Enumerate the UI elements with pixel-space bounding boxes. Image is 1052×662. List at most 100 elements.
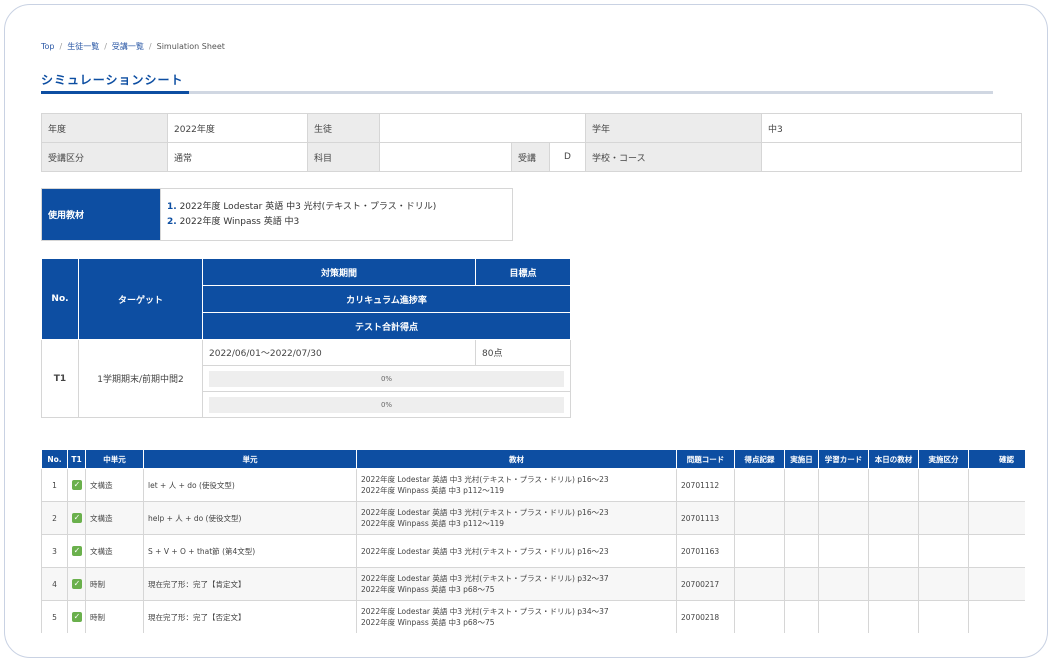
title-rule-accent <box>41 91 189 94</box>
row-score[interactable] <box>734 567 785 601</box>
row-material-line: 2022年度 Lodestar 英語 中3 光村(テキスト・プラス・ドリル) p… <box>361 574 609 583</box>
row-today[interactable] <box>868 534 919 568</box>
breadcrumb-courses[interactable]: 受講一覧 <box>112 42 144 51</box>
info-row: 年度 2022年度 生徒 学年 中3 <box>41 113 1023 143</box>
row-material-line: 2022年度 Lodestar 英語 中3 光村(テキスト・プラス・ドリル) p… <box>361 607 609 616</box>
row-type[interactable] <box>918 534 969 568</box>
row-type[interactable] <box>918 567 969 601</box>
breadcrumb-top[interactable]: Top <box>41 42 55 51</box>
schedule-header-11: 確認 <box>968 449 1025 469</box>
row-no: 5 <box>41 600 68 633</box>
row-card[interactable] <box>818 501 869 535</box>
row-code: 20700218 <box>676 600 735 633</box>
row-card[interactable] <box>818 468 869 502</box>
table-row[interactable]: 5 ✓ 時制 現在完了形：完了【否定文】 2022年度 Lodestar 英語 中3 光… <box>41 600 1025 633</box>
materials-label: 使用教材 <box>41 188 161 241</box>
row-today[interactable] <box>868 468 919 502</box>
schedule-header-6: 得点記録 <box>734 449 785 469</box>
target-no: T1 <box>41 339 79 418</box>
row-materials: 2022年度 Lodestar 英語 中3 光村(テキスト・プラス・ドリル) p… <box>356 501 677 535</box>
category-value: 通常 <box>167 142 308 172</box>
grade-value: 中3 <box>761 113 1023 143</box>
schedule-header-4: 教材 <box>356 449 677 469</box>
row-type[interactable] <box>918 468 969 502</box>
row-material-line: 2022年度 Winpass 英語 中3 p112〜119 <box>361 519 505 528</box>
row-material-line: 2022年度 Lodestar 英語 中3 光村(テキスト・プラス・ドリル) p… <box>361 546 609 556</box>
row-date[interactable] <box>784 534 819 568</box>
row-score[interactable] <box>734 468 785 502</box>
row-today[interactable] <box>868 600 919 633</box>
school-label: 学校・コース <box>585 142 763 172</box>
check-icon[interactable]: ✓ <box>72 579 82 589</box>
breadcrumb-students[interactable]: 生徒一覧 <box>67 42 99 51</box>
schedule-header-2: 中単元 <box>85 449 144 469</box>
schedule-table: No. T1 中単元 単元 教材 問題コード 得点記録 実施日 学習カード 本日の教材 実施区分 確認… <box>41 449 1025 633</box>
row-check-cell: ✓ <box>67 567 86 601</box>
row-material-line: 2022年度 Winpass 英語 中3 p68〜75 <box>361 585 495 594</box>
materials-list: 1. 2022年度 Lodestar 英語 中3 光村(テキスト・プラス・ドリル… <box>160 188 513 241</box>
row-date[interactable] <box>784 600 819 633</box>
row-date[interactable] <box>784 468 819 502</box>
row-unit: let + 人 + do (使役文型) <box>143 468 357 502</box>
row-score[interactable] <box>734 501 785 535</box>
target-header-curriculum: カリキュラム進捗率 <box>202 285 571 313</box>
row-mid-unit: 文構造 <box>85 534 144 568</box>
year-label: 年度 <box>41 113 168 143</box>
row-confirm[interactable] <box>968 567 1025 601</box>
target-table: No. ターゲット 対策期間 目標点 カリキュラム進捗率 テスト合計得点 T1 … <box>41 258 571 418</box>
main-content: Top / 生徒一覧 / 受講一覧 / Simulation Sheet シミュレーションシ… <box>35 33 1025 633</box>
row-type[interactable] <box>918 600 969 633</box>
material-item: 1. 2022年度 Lodestar 英語 中3 光村(テキスト・プラス・ドリル… <box>167 201 437 212</box>
row-materials: 2022年度 Lodestar 英語 中3 光村(テキスト・プラス・ドリル) p… <box>356 600 677 633</box>
row-materials: 2022年度 Lodestar 英語 中3 光村(テキスト・プラス・ドリル) p… <box>356 468 677 502</box>
table-row[interactable]: 1 ✓ 文構造 let + 人 + do (使役文型) 2022年度 Lodestar … <box>41 468 1025 502</box>
row-date[interactable] <box>784 567 819 601</box>
row-confirm[interactable] <box>968 501 1025 535</box>
table-row[interactable]: 2 ✓ 文構造 help + 人 + do (使役文型) 2022年度 Lodestar… <box>41 501 1025 535</box>
row-code: 20701112 <box>676 468 735 502</box>
row-date[interactable] <box>784 501 819 535</box>
check-icon[interactable]: ✓ <box>72 513 82 523</box>
row-card[interactable] <box>818 567 869 601</box>
schedule-header-row: No. T1 中単元 単元 教材 問題コード 得点記録 実施日 学習カード 本日の教材 実施区分 確認 <box>41 449 1025 469</box>
row-check-cell: ✓ <box>67 600 86 633</box>
subject-value <box>379 142 512 172</box>
row-confirm[interactable] <box>968 468 1025 502</box>
target-header-target: ターゲット <box>78 258 203 340</box>
target-period: 2022/06/01〜2022/07/30 <box>202 339 476 366</box>
row-confirm[interactable] <box>968 534 1025 568</box>
row-no: 4 <box>41 567 68 601</box>
target-name: 1学期期末/前期中間2 <box>78 339 203 418</box>
breadcrumb: Top / 生徒一覧 / 受講一覧 / Simulation Sheet <box>41 42 225 51</box>
table-row[interactable]: 3 ✓ 文構造 S + V + O + that節 (第4文型) 2022年度 Lode… <box>41 534 1025 568</box>
row-code: 20701113 <box>676 501 735 535</box>
row-score[interactable] <box>734 534 785 568</box>
row-unit: 現在完了形：完了【肯定文】 <box>143 567 357 601</box>
target-row: T1 1学期期末/前期中間2 2022/06/01〜2022/07/30 80点 <box>41 339 571 418</box>
info-table: 年度 2022年度 生徒 学年 中3 受講区分 通常 科目 受講 D 学校・コー… <box>41 113 1023 172</box>
row-check-cell: ✓ <box>67 534 86 568</box>
row-today[interactable] <box>868 501 919 535</box>
row-score[interactable] <box>734 600 785 633</box>
table-row[interactable]: 4 ✓ 時制 現在完了形：完了【肯定文】 2022年度 Lodestar 英語 中3 光… <box>41 567 1025 601</box>
row-confirm[interactable] <box>968 600 1025 633</box>
schedule-header-5: 問題コード <box>676 449 735 469</box>
code-value: D <box>548 142 587 172</box>
year-value: 2022年度 <box>167 113 308 143</box>
row-card[interactable] <box>818 600 869 633</box>
window-frame: Top / 生徒一覧 / 受講一覧 / Simulation Sheet シミュレーションシ… <box>4 4 1048 658</box>
row-materials: 2022年度 Lodestar 英語 中3 光村(テキスト・プラス・ドリル) p… <box>356 534 677 568</box>
row-today[interactable] <box>868 567 919 601</box>
row-mid-unit: 時制 <box>85 600 144 633</box>
row-type[interactable] <box>918 501 969 535</box>
code-label: 受講 <box>511 142 550 172</box>
row-material-line: 2022年度 Winpass 英語 中3 p112〜119 <box>361 486 505 495</box>
row-card[interactable] <box>818 534 869 568</box>
curriculum-progress-bar: 0% <box>209 370 564 387</box>
check-icon[interactable]: ✓ <box>72 480 82 490</box>
row-code: 20700217 <box>676 567 735 601</box>
info-row: 受講区分 通常 科目 受講 D 学校・コース <box>41 142 1023 172</box>
check-icon[interactable]: ✓ <box>72 612 82 622</box>
schedule-header-1: T1 <box>67 449 86 469</box>
check-icon[interactable]: ✓ <box>72 546 82 556</box>
